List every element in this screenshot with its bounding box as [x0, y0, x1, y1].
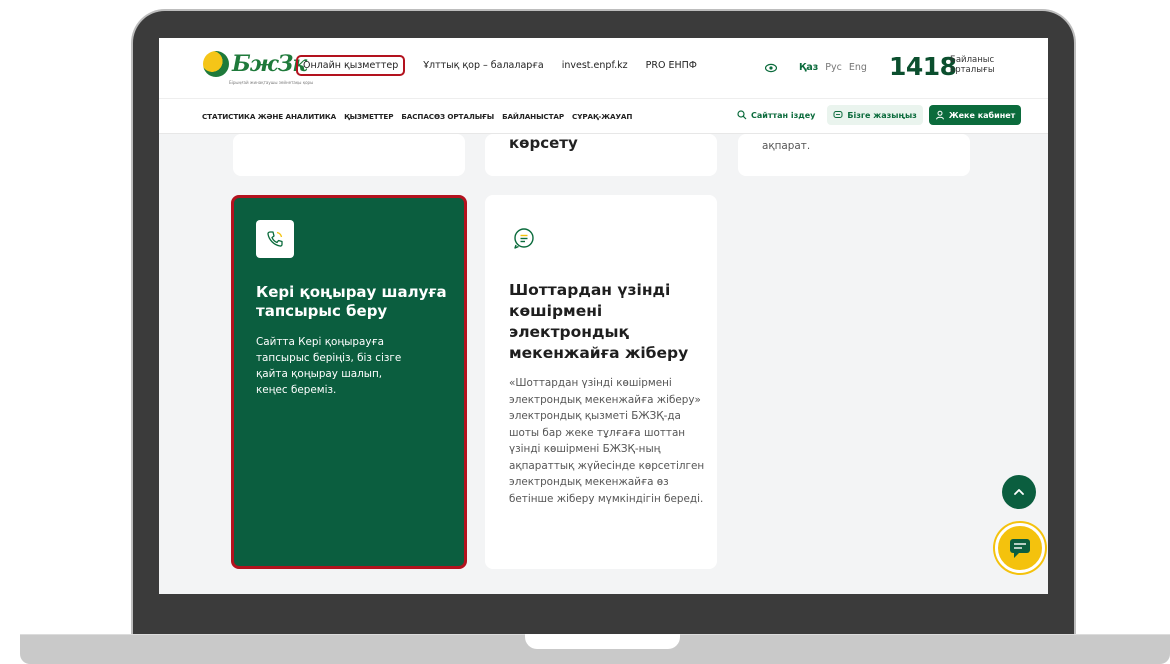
callback-card-title: Кері қоңырау шалуға тапсырыс беру [256, 283, 447, 320]
lang-kaz[interactable]: Қаз [799, 62, 818, 73]
scroll-to-top-button[interactable] [1002, 475, 1036, 509]
contact-phone[interactable]: 1418 [889, 52, 957, 81]
chat-widget-button[interactable] [995, 523, 1045, 573]
nav-national-fund-children[interactable]: Ұлттық қор – балаларға [423, 60, 544, 71]
lang-rus[interactable]: Рус [825, 62, 842, 73]
service-card-statement[interactable]: Шоттардан үзінді көшірмені электрондық м… [485, 195, 717, 569]
partial-card-text: ақпарат. [762, 140, 811, 152]
header-secondary: СТАТИСТИКА ЖӘНЕ АНАЛИТИКА ҚЫЗМЕТТЕР БАСП… [159, 98, 1048, 134]
partial-card-title: көрсету [509, 134, 578, 152]
contact-center-label: Байланыс орталығы [950, 55, 995, 75]
write-us-button[interactable]: Бізге жазыңыз [827, 105, 923, 125]
write-us-label: Бізге жазыңыз [847, 110, 917, 120]
site-search-button[interactable]: Сайттан іздеу [731, 105, 821, 125]
header-top: БжЗк Бірыңғай жинақтаушы зейнетақы қоры … [159, 38, 1048, 98]
nav-press-center[interactable]: БАСПАСӨЗ ОРТАЛЫҒЫ [401, 112, 494, 121]
chevron-up-icon [1014, 489, 1024, 495]
search-icon [737, 110, 747, 120]
message-icon [833, 111, 843, 118]
search-label: Сайттан іздеу [751, 110, 816, 120]
eye-icon[interactable] [765, 62, 777, 74]
phone-call-icon [256, 220, 294, 258]
nav-invest[interactable]: invest.enpf.kz [562, 60, 628, 71]
user-icon [935, 110, 944, 120]
browser-screen: БжЗк Бірыңғай жинақтаушы зейнетақы қоры … [159, 38, 1048, 594]
header-actions: Сайттан іздеу Бізге жазыңыз Жеке кабинет [731, 105, 1022, 125]
site-logo[interactable]: БжЗк [203, 51, 307, 77]
document-chat-icon [505, 219, 543, 257]
chat-bubble-icon [1010, 539, 1030, 558]
language-switcher: Қаз Рус Eng [799, 62, 867, 73]
service-card-partial-left[interactable] [233, 134, 465, 176]
personal-cabinet-button[interactable]: Жеке кабинет [928, 105, 1022, 125]
contact-label-line1: Байланыс [950, 55, 995, 65]
top-nav: Онлайн қызметтер Ұлттық қор – балаларға … [296, 55, 697, 76]
main-nav: СТАТИСТИКА ЖӘНЕ АНАЛИТИКА ҚЫЗМЕТТЕР БАСП… [202, 112, 632, 121]
logo-icon [203, 51, 229, 77]
laptop-notch [525, 634, 680, 649]
statement-card-title: Шоттардан үзінді көшірмені электрондық м… [509, 281, 689, 362]
lang-eng[interactable]: Eng [849, 62, 867, 73]
logo-subtitle: Бірыңғай жинақтаушы зейнетақы қоры [229, 80, 314, 85]
cabinet-label: Жеке кабинет [948, 110, 1016, 120]
nav-pro-enpf[interactable]: PRO ЕНПФ [646, 60, 697, 71]
nav-services[interactable]: ҚЫЗМЕТТЕР [344, 112, 393, 121]
nav-statistics[interactable]: СТАТИСТИКА ЖӘНЕ АНАЛИТИКА [202, 112, 336, 121]
nav-online-services[interactable]: Онлайн қызметтер [296, 55, 406, 76]
nav-faq[interactable]: СҰРАҚ-ЖАУАП [572, 112, 632, 121]
service-card-callback[interactable]: Кері қоңырау шалуға тапсырыс беру Сайтта… [231, 195, 467, 569]
nav-contacts[interactable]: БАЙЛАНЫСТАР [502, 112, 564, 121]
callback-card-description: Сайтта Кері қоңырауға тапсырыс беріңіз, … [256, 336, 402, 396]
contact-label-line2: орталығы [950, 65, 995, 75]
statement-card-description: «Шоттардан үзінді көшірмені электрондық … [509, 377, 705, 505]
